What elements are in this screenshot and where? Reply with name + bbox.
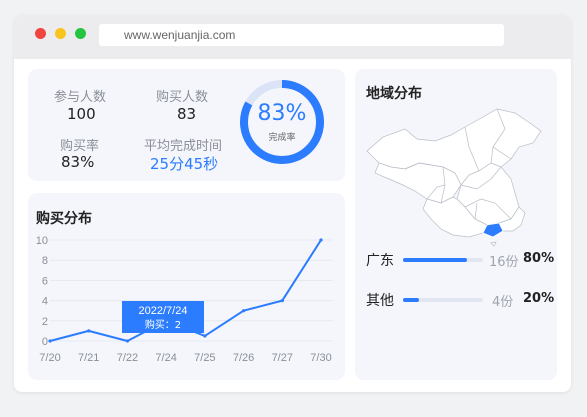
y-tick-label: 2	[42, 316, 48, 328]
x-tick-label: 7/24	[155, 352, 176, 364]
title-bar: www.wenjuanjia.com	[14, 15, 571, 59]
data-point[interactable]	[203, 334, 207, 338]
region-bar-fill-guangdong	[403, 258, 467, 262]
chart-tooltip: 2022/7/24 购买：2	[122, 301, 204, 333]
x-tick-label: 7/30	[310, 352, 331, 364]
completion-percent: 83%	[257, 101, 307, 126]
x-tick-label: 7/25	[194, 352, 215, 364]
tooltip-value: 购买：2	[145, 318, 181, 331]
y-tick-label: 8	[42, 255, 48, 267]
data-point[interactable]	[48, 339, 52, 343]
maximize-window-button[interactable]	[75, 28, 86, 39]
purchase-rate-value: 83%	[61, 153, 95, 171]
region-name-other: 其他	[366, 293, 394, 309]
browser-window: www.wenjuanjia.com 参与人数 100 购买人数 83 购买率 …	[14, 15, 571, 392]
address-bar[interactable]: www.wenjuanjia.com	[99, 24, 504, 46]
data-point[interactable]	[125, 339, 130, 343]
minimize-window-button[interactable]	[55, 28, 66, 39]
region-percent-guangdong: 80%	[523, 251, 555, 266]
x-tick-label: 7/22	[117, 352, 138, 364]
y-tick-label: 6	[42, 275, 48, 287]
completion-label: 完成率	[268, 133, 296, 143]
purchase-rate-label: 购买率	[60, 139, 100, 154]
participants-value: 100	[67, 105, 96, 123]
x-tick-label: 7/21	[78, 352, 99, 364]
x-tick-label: 7/20	[39, 352, 60, 364]
x-tick-label: 7/26	[233, 352, 254, 364]
avg-time-label: 平均完成时间	[144, 139, 223, 154]
data-point[interactable]	[241, 309, 246, 313]
region-count-other: 4份	[492, 295, 514, 310]
purchase-line-chart: 0 2 4 6 8 10 7/20 7/21 7/22 7/24 7/25 7/26 7/27 7/30…	[36, 235, 333, 364]
region-percent-other: 20%	[523, 291, 555, 306]
region-bar-fill-other	[403, 298, 419, 302]
data-point[interactable]	[280, 299, 284, 303]
region-bar-other	[403, 298, 483, 302]
region-distribution-card: 地域分布 广东 16份 80% 其他 4份 20%	[355, 69, 557, 380]
participants-label: 参与人数	[54, 90, 107, 105]
stats-card: 参与人数 100 购买人数 83 购买率 83% 平均完成时间 25分45秒 8…	[28, 69, 345, 181]
region-bar-guangdong	[403, 258, 483, 262]
purchase-distribution-card: 购买分布 0 2 4 6 8 10 7/20 7/21 7/22 7/24 7/25 7/26 7/2…	[28, 193, 345, 380]
region-count-guangdong: 16份	[489, 255, 519, 270]
close-window-button[interactable]	[35, 28, 46, 39]
region-distribution-title: 地域分布	[366, 86, 422, 102]
y-tick-label: 10	[36, 235, 48, 247]
china-map	[366, 108, 542, 247]
region-name-guangdong: 广东	[366, 253, 394, 269]
avg-time-value: 25分45秒	[150, 155, 219, 173]
buyers-value: 83	[177, 105, 197, 123]
y-tick-label: 4	[42, 296, 48, 308]
buyers-label: 购买人数	[156, 90, 209, 105]
x-tick-label: 7/27	[272, 352, 293, 364]
tooltip-date: 2022/7/24	[139, 305, 188, 317]
data-point[interactable]	[319, 238, 323, 242]
data-point[interactable]	[87, 329, 91, 333]
y-tick-label: 0	[42, 336, 48, 348]
